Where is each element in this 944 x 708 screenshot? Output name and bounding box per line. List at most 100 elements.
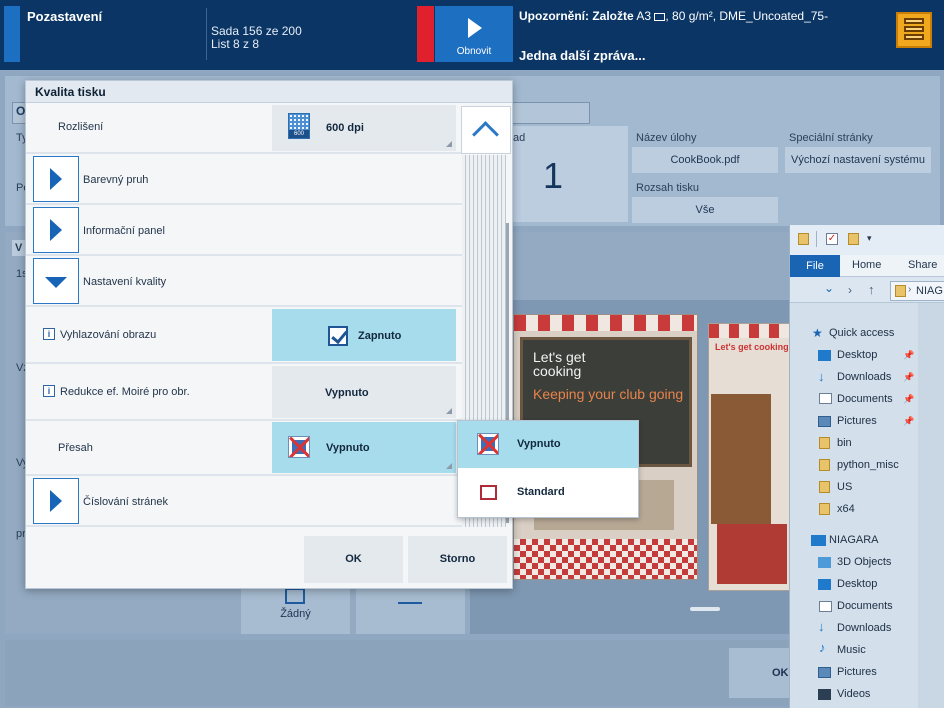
up-arrow-icon[interactable]: ↑ [868,282,875,297]
job-name-field[interactable]: CookBook.pdf [632,147,778,173]
properties-icon[interactable]: ✓ [826,233,838,245]
page1-title-line1: Let's get [533,349,586,365]
nav-item-pictures-pc[interactable]: Pictures [837,664,877,680]
nav-item-pictures[interactable]: Pictures [837,413,877,429]
scroll-up-button[interactable] [461,106,511,154]
none-button[interactable]: Žádný [241,582,350,634]
expand-info-panel-button[interactable] [33,207,79,253]
info-icon[interactable]: i [43,385,55,397]
tablecloth-graphic [514,539,697,579]
main-ok-label: OK [772,667,789,679]
trapping-select[interactable]: Vypnuto [272,422,456,473]
pin-icon[interactable]: 📌 [903,394,914,405]
pictures-icon [818,416,831,427]
none-button-label: Žádný [280,608,311,620]
preview-page-2[interactable]: Let's get cooking [708,323,790,591]
copies-field[interactable] [510,126,628,222]
print-quality-dialog: Kvalita tisku Rozlišení 600 600 dpi Bare… [25,80,513,589]
smoothing-row: i Vyhlazování obrazu Zapnuto [26,308,462,364]
refresh-button[interactable]: Obnovit [435,6,513,62]
ok-button[interactable]: OK [304,536,403,583]
quality-settings-row[interactable]: Nastavení kvality [26,257,462,307]
smoothing-value: Zapnuto [358,330,402,342]
nav-item-desktop-pc[interactable]: Desktop [837,576,877,592]
expand-page-numbering-button[interactable] [33,478,79,524]
nav-item-downloads[interactable]: Downloads [837,369,891,385]
resolution-icon-text: 600 [289,130,309,138]
pin-icon[interactable]: 📌 [903,350,914,361]
special-pages-label: Speciální stránky [789,132,873,144]
warning-prefix: Upozornění: Založte [519,9,634,23]
tab-file[interactable]: File [790,255,840,277]
nav-item-3d-objects[interactable]: 3D Objects [837,554,891,570]
info-icon[interactable]: i [43,328,55,340]
nav-item-downloads-pc[interactable]: Downloads [837,620,891,636]
layout-icon [398,588,422,604]
cancel-button[interactable]: Storno [408,536,507,583]
folder-icon [819,481,830,493]
warning-message[interactable]: Upozornění: Založte A3 , 80 g/m², DME_Un… [519,9,828,23]
nav-item-documents-pc[interactable]: Documents [837,598,893,614]
tab-home[interactable]: Home [852,259,881,271]
music-icon: ♪ [819,640,826,655]
expand-ribbon-icon[interactable]: ⌄ [824,281,836,295]
nav-item-videos[interactable]: Videos [837,686,870,702]
pin-icon[interactable]: 📌 [903,416,914,427]
moire-row: i Redukce ef. Moiré pro obr. Vypnuto [26,365,462,421]
resolution-select[interactable]: 600 600 dpi [272,105,456,151]
copies-label: ad [513,132,526,144]
top-status-bar: Pozastavení Sada 156 ze 200 List 8 z 8 O… [0,0,944,70]
expand-arrow-icon [50,490,62,512]
nav-item-python-misc[interactable]: python_misc [837,457,899,473]
job-set-progress: Sada 156 ze 200 [211,24,302,38]
nav-item-desktop[interactable]: Desktop [837,347,877,363]
layout-button[interactable] [356,582,465,634]
info-panel-row[interactable]: Informační panel [26,206,462,256]
quick-access-toolbar: ✓ ▾ [790,225,944,255]
page-numbering-row[interactable]: Číslování stránek [26,477,462,527]
trapping-label: Přesah [58,442,93,454]
tab-share[interactable]: Share [908,259,937,271]
moire-select[interactable]: Vypnuto [272,366,456,418]
nav-item-computer[interactable]: NIAGARA [829,532,879,548]
new-folder-icon[interactable] [848,233,859,245]
forward-icon[interactable]: › [848,283,852,297]
divider [816,231,817,247]
print-range-label: Rozsah tisku [636,182,699,194]
pin-icon[interactable]: 📌 [903,372,914,383]
nav-item-us[interactable]: US [837,479,852,495]
customize-dropdown-icon[interactable]: ▾ [867,233,872,244]
dropdown-corner-icon [446,408,452,414]
folder-icon [819,437,830,449]
special-pages-field[interactable]: Výchozí nastavení systému [785,147,931,173]
refresh-label: Obnovit [456,46,492,57]
more-messages[interactable]: Jedna další zpráva... [519,48,645,63]
option-standard-label: Standard [517,486,565,498]
page-numbering-label: Číslování stránek [83,496,168,508]
copies-value: 1 [543,155,564,196]
color-bar-row[interactable]: Barevný pruh [26,155,462,205]
page1-subtitle: Keeping your club going [533,386,684,402]
print-range-field[interactable]: Vše [632,197,778,223]
folder-icon[interactable] [798,233,809,245]
resolution-label: Rozlišení [58,121,104,133]
info-panel-label: Informační panel [83,225,165,237]
folder-icon [819,459,830,471]
resolution-icon: 600 [288,113,310,139]
job-name-label: Název úlohy [636,132,697,144]
nav-item-x64[interactable]: x64 [837,501,855,517]
nav-item-bin[interactable]: bin [837,435,852,451]
nav-item-music[interactable]: Music [837,642,866,658]
quick-access-item[interactable]: Quick access [829,325,894,341]
system-menu-icon[interactable] [896,12,932,48]
nav-item-documents[interactable]: Documents [837,391,893,407]
expand-color-bar-button[interactable] [33,156,79,202]
moire-label: Redukce ef. Moiré pro obr. [60,386,190,398]
dropdown-option-standard[interactable]: Standard [458,469,638,517]
trapping-dropdown: Vypnuto Standard [457,420,639,518]
download-icon: ↓ [818,619,825,634]
collapse-quality-settings-button[interactable] [33,258,79,304]
smoothing-toggle[interactable]: Zapnuto [272,309,456,361]
expand-arrow-icon [50,168,62,190]
dropdown-option-off[interactable]: Vypnuto [458,421,638,468]
